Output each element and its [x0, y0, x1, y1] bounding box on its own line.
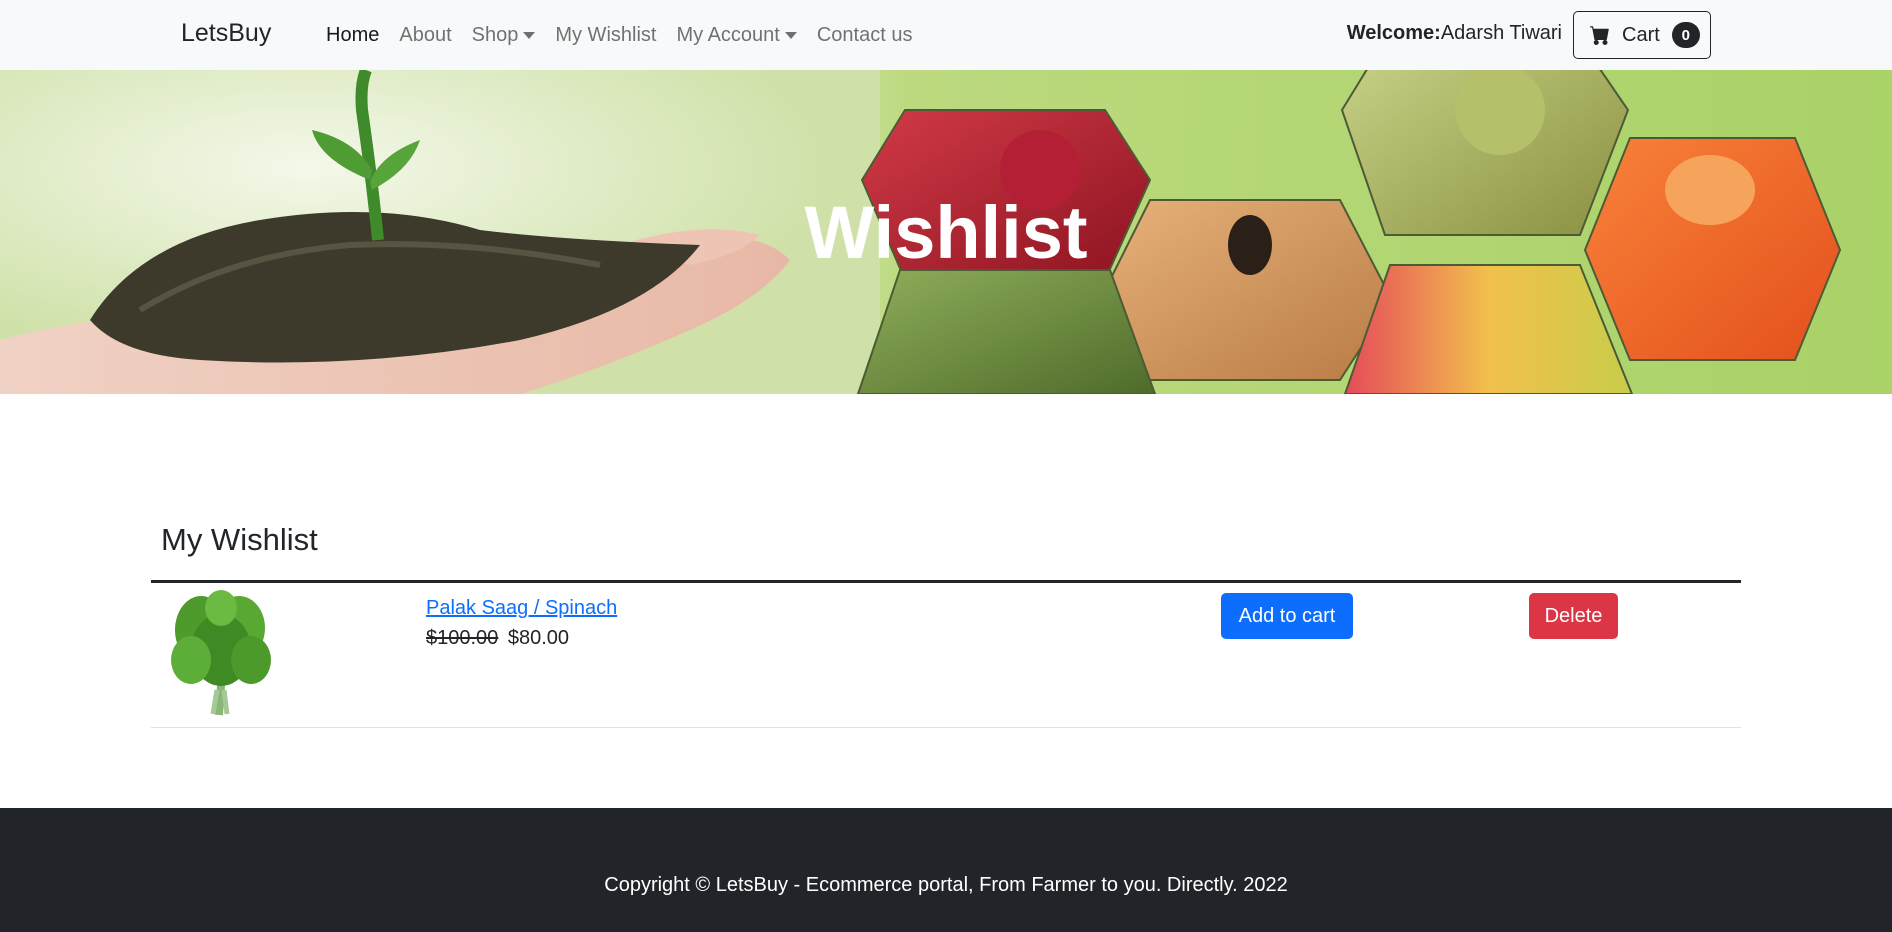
cart-icon [1590, 26, 1609, 45]
welcome-text: Welcome:Adarsh Tiwari [1347, 22, 1562, 45]
copyright-text: Copyright © LetsBuy - Ecommerce portal, … [604, 874, 1288, 896]
footer: Copyright © LetsBuy - Ecommerce portal, … [0, 808, 1892, 932]
chevron-down-icon [523, 31, 536, 39]
nav-link-my-account[interactable]: My Account [676, 23, 797, 47]
spinach-thumbnail[interactable] [161, 590, 281, 720]
nav-link-contact-us[interactable]: Contact us [817, 24, 913, 47]
product-price: $100.00 $80.00 [426, 627, 569, 650]
page-title: My Wishlist [161, 522, 318, 557]
delete-button[interactable]: Delete [1529, 593, 1618, 639]
sale-price: $80.00 [507, 627, 570, 649]
chevron-down-icon [784, 31, 797, 39]
nav-link-my-wishlist[interactable]: My Wishlist [555, 24, 656, 47]
nav-link-label: My Wishlist [555, 23, 657, 46]
product-name-link[interactable]: Palak Saag / Spinach [426, 597, 617, 620]
banner-title: Wishlist [804, 191, 1088, 274]
nav-link-shop[interactable]: Shop [472, 24, 536, 47]
navbar: LetsBuy Home About Shop My Wishlist My A… [0, 0, 1892, 70]
welcome-user: Adarsh Tiwari [1440, 22, 1562, 44]
nav-link-about[interactable]: About [399, 24, 451, 47]
welcome-label: Welcome: [1346, 22, 1441, 44]
brand-logo[interactable]: LetsBuy [181, 19, 271, 48]
nav-link-label: Contact us [816, 23, 913, 46]
wishlist-banner: Wishlist [0, 70, 1892, 394]
nav-links: Home About Shop My Wishlist My Account C… [326, 0, 932, 70]
nav-link-label: Shop [471, 23, 519, 46]
cart-button[interactable]: Cart 0 [1573, 11, 1711, 59]
table-top-divider [151, 580, 1741, 583]
nav-link-home[interactable]: Home [326, 24, 379, 47]
cart-count-badge: 0 [1671, 22, 1700, 48]
original-price: $100.00 [426, 627, 499, 649]
nav-link-label: About [399, 23, 452, 46]
cart-label: Cart [1622, 23, 1660, 46]
add-to-cart-button[interactable]: Add to cart [1221, 593, 1353, 639]
row-divider [151, 727, 1741, 728]
nav-link-label: My Account [676, 23, 780, 46]
nav-link-label: Home [326, 23, 380, 46]
